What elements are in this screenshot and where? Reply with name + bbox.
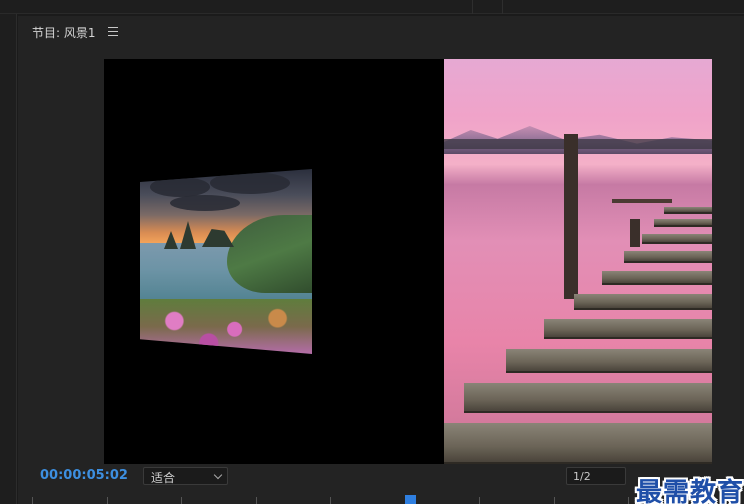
zoom-fit-dropdown[interactable]: 适合 (143, 467, 228, 485)
clip-shore (444, 139, 712, 149)
panel-header: 节目: 风景1 (18, 16, 744, 46)
pier-clip (444, 59, 712, 464)
chevron-down-icon (213, 470, 223, 480)
playhead-timecode[interactable]: 00:00:05:02 (40, 468, 128, 483)
playhead-handle[interactable] (405, 495, 416, 504)
program-monitor-viewer[interactable] (104, 59, 712, 464)
panel-divider (502, 0, 503, 14)
watermark-text: 最需教育 (636, 478, 744, 504)
top-panel-strip (0, 0, 744, 14)
panel-title[interactable]: 节目: 风景1 (32, 24, 96, 41)
program-monitor-panel: 节目: 风景1 00:00:05:02 适合 1/2 最需教育 (18, 16, 744, 504)
clip-flowers (140, 298, 312, 354)
left-panel-gutter (0, 14, 17, 504)
hamburger-menu-icon[interactable] (108, 27, 118, 36)
playback-resolution-dropdown[interactable]: 1/2 (566, 467, 626, 485)
transformed-landscape-clip (140, 169, 312, 354)
playback-resolution-value: 1/2 (573, 470, 591, 483)
panel-divider (472, 0, 473, 14)
zoom-fit-value: 适合 (151, 471, 176, 485)
